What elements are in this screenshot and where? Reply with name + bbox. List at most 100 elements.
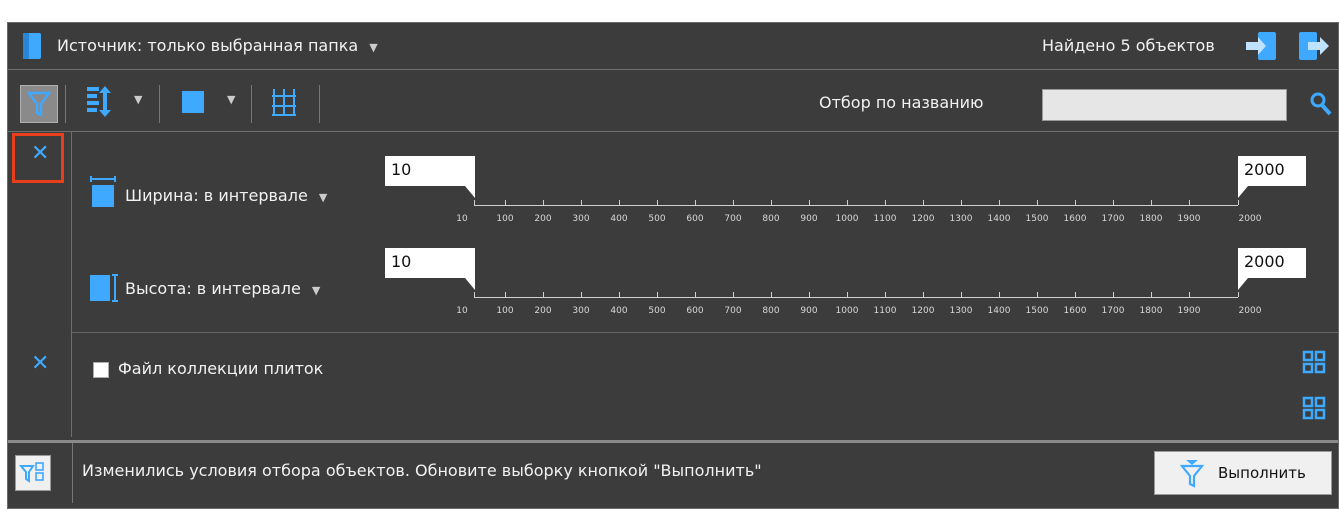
slider-tick-label: 300 (572, 214, 590, 224)
slider-tick-label: 200 (534, 214, 552, 224)
slider-tick-label: 1700 (1101, 306, 1125, 316)
remove-tiles-filter-icon[interactable]: ✕ (31, 351, 49, 376)
status-bar: Изменились условия отбора объектов. Обно… (8, 440, 1338, 512)
height-max-handle[interactable] (1238, 278, 1250, 292)
slider-tick-label: 1800 (1139, 306, 1163, 316)
status-message: Изменились условия отбора объектов. Обно… (82, 461, 762, 480)
slider-tick-label: 1000 (835, 306, 859, 316)
slider-tick (961, 200, 962, 205)
slider-tick-label: 1700 (1101, 214, 1125, 224)
filter-settings-icon (18, 462, 44, 483)
width-min-input[interactable]: 10 (385, 156, 475, 186)
grid-icon[interactable] (270, 87, 298, 117)
source-dropdown[interactable]: Источник: только выбранная папка ▼ (57, 36, 378, 55)
slider-tick-label: 1000 (835, 214, 859, 224)
slider-tick-label: 700 (724, 306, 742, 316)
slider-tick (474, 200, 475, 205)
tiles-collection-icon[interactable] (1301, 395, 1327, 421)
slider-tick (619, 200, 620, 205)
slider-tick (1189, 200, 1190, 205)
slider-tick-label: 900 (800, 306, 818, 316)
sort-icon[interactable] (84, 83, 116, 121)
width-max-input[interactable]: 2000 (1238, 156, 1306, 186)
filter-panel: Источник: только выбранная папка ▼ Найде… (7, 22, 1339, 509)
slider-tick (809, 200, 810, 205)
slider-tick (695, 200, 696, 205)
slider-tick (543, 292, 544, 297)
slider-tick-label: 1100 (873, 214, 897, 224)
slider-tick (657, 292, 658, 297)
import-icon[interactable] (1244, 29, 1280, 63)
height-min-input[interactable]: 10 (385, 248, 475, 278)
filter-toggle-button[interactable] (20, 85, 58, 123)
slider-tick-label: 1600 (1063, 306, 1087, 316)
slider-tick (885, 200, 886, 205)
slider-tick (474, 292, 475, 297)
slider-tick (1075, 200, 1076, 205)
slider-tick (733, 200, 734, 205)
slider-tick-label: 10 (456, 306, 468, 316)
slider-tick (1113, 292, 1114, 297)
slider-tick (923, 200, 924, 205)
tiles-filter-label: Файл коллекции плиток (118, 359, 324, 378)
filter-divider (71, 332, 1338, 333)
found-count: Найдено 5 объектов (1042, 36, 1215, 55)
slider-tick-label: 1500 (1025, 306, 1049, 316)
name-filter-input[interactable] (1042, 89, 1287, 121)
slider-tick (847, 292, 848, 297)
slider-tick-label: 1900 (1177, 214, 1201, 224)
slider-tick-label: 100 (496, 214, 514, 224)
slider-tick (923, 292, 924, 297)
view-mode-icon[interactable] (180, 89, 206, 115)
filter-settings-button[interactable] (15, 455, 51, 491)
slider-tick (1113, 200, 1114, 205)
chevron-down-icon[interactable]: ▼ (227, 93, 235, 106)
slider-tick (999, 200, 1000, 205)
toolbar-separator (159, 85, 160, 123)
slider-tick-label: 1300 (949, 306, 973, 316)
width-slider-track (474, 205, 1238, 206)
source-label: Источник: только выбранная папка (57, 36, 359, 55)
slider-tick-label: 10 (456, 214, 468, 224)
width-filter-dropdown[interactable]: Ширина: в интервале ▼ (125, 186, 327, 205)
toolbar-separator (251, 85, 252, 123)
slider-tick (733, 292, 734, 297)
execute-button[interactable]: Выполнить (1154, 451, 1332, 495)
slider-tick-label: 1600 (1063, 214, 1087, 224)
slider-tick-label: 1200 (911, 214, 935, 224)
chevron-down-icon: ▼ (318, 191, 328, 204)
tiles-checkbox[interactable] (93, 362, 109, 378)
execute-filter-icon (1179, 460, 1205, 488)
height-filter-dropdown[interactable]: Высота: в интервале ▼ (125, 279, 320, 298)
slider-tick (619, 292, 620, 297)
height-min-handle[interactable] (465, 278, 477, 292)
toolbar: ▼ ▼ Отбор по названию (8, 69, 1338, 132)
slider-tick-label: 900 (800, 214, 818, 224)
slider-tick (771, 200, 772, 205)
slider-tick (1189, 292, 1190, 297)
chevron-down-icon[interactable]: ▼ (134, 93, 142, 106)
chevron-down-icon: ▼ (311, 284, 321, 297)
width-icon (90, 176, 116, 207)
slider-tick-label: 2000 (1238, 214, 1262, 224)
execute-label: Выполнить (1218, 464, 1306, 482)
slider-tick (543, 200, 544, 205)
name-filter-label: Отбор по названию (819, 93, 984, 112)
width-min-handle[interactable] (465, 186, 477, 200)
slider-tick (771, 292, 772, 297)
slider-tick-label: 1400 (987, 306, 1011, 316)
slider-tick-label: 1400 (987, 214, 1011, 224)
slider-tick-label: 1200 (911, 306, 935, 316)
slider-tick-label: 1500 (1025, 214, 1049, 224)
tiles-collection-icon[interactable] (1301, 349, 1327, 375)
slider-tick-label: 600 (686, 306, 704, 316)
width-max-handle[interactable] (1238, 186, 1250, 200)
slider-tick-label: 500 (648, 214, 666, 224)
height-max-input[interactable]: 2000 (1238, 248, 1306, 278)
slider-tick (1238, 292, 1239, 297)
slider-tick-label: 2000 (1238, 306, 1262, 316)
export-icon[interactable] (1296, 29, 1332, 63)
search-icon[interactable] (1308, 90, 1334, 118)
slider-tick (581, 200, 582, 205)
remove-size-filter-icon[interactable]: ✕ (31, 141, 49, 166)
